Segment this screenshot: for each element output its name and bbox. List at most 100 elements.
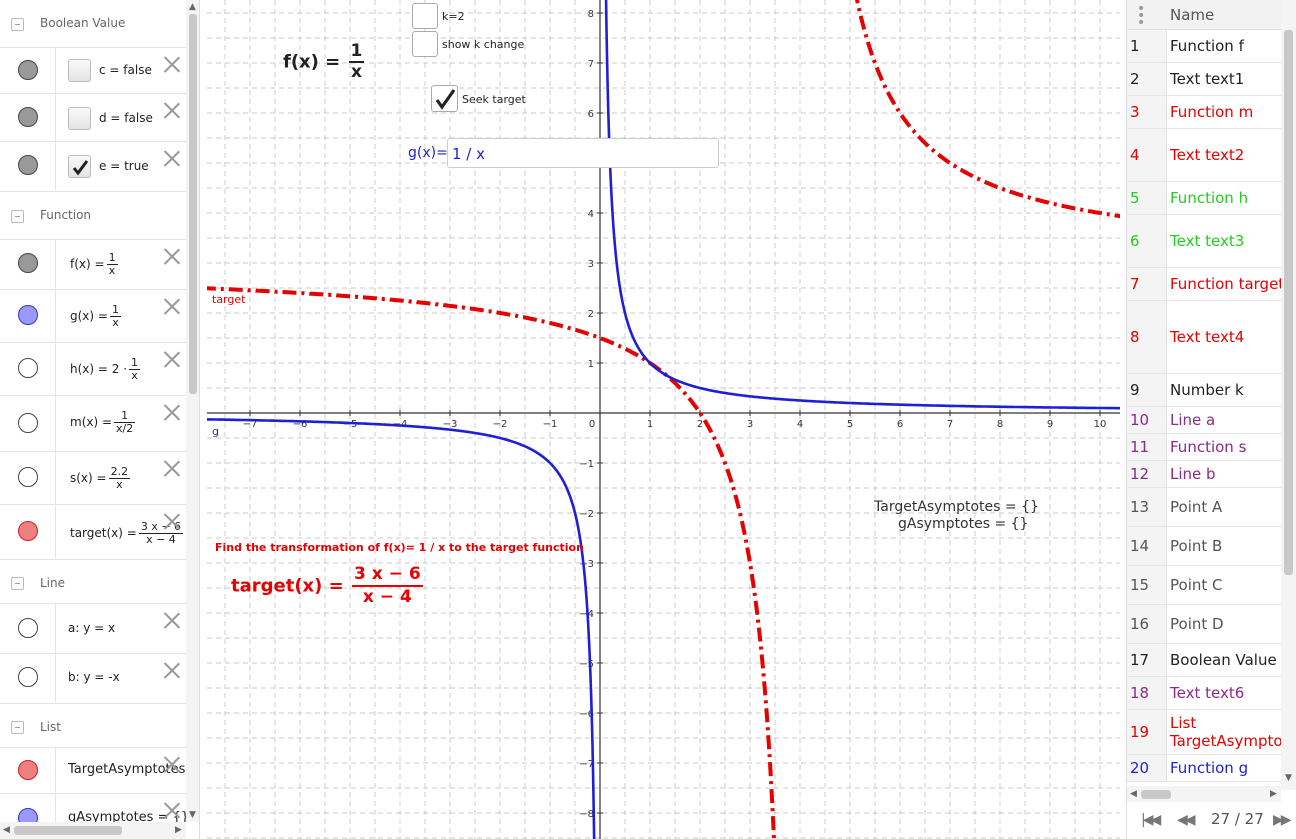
- collapse-icon[interactable]: [11, 721, 24, 734]
- delete-icon[interactable]: [163, 298, 180, 315]
- algebra-item-b[interactable]: b: y = -x: [0, 654, 186, 704]
- group-boolean-value[interactable]: Boolean Value: [0, 0, 186, 48]
- algebra-vertical-scroll-thumb[interactable]: [189, 14, 197, 394]
- visibility-toggle-icon[interactable]: [18, 413, 38, 433]
- algebra-item-d[interactable]: d = false: [0, 94, 186, 142]
- scroll-right-icon[interactable]: ▶: [1270, 789, 1277, 799]
- delete-icon[interactable]: [163, 513, 180, 530]
- protocol-row[interactable]: 14 Point B: [1127, 527, 1281, 566]
- protocol-row[interactable]: 5 Function h: [1127, 182, 1281, 215]
- protocol-row[interactable]: 6 Text text3: [1127, 215, 1281, 268]
- delete-icon[interactable]: [163, 404, 180, 421]
- algebra-item-m[interactable]: m(x) = 1 x/2: [0, 396, 186, 452]
- delete-icon[interactable]: [163, 248, 180, 265]
- scroll-up-icon[interactable]: ▲: [189, 2, 196, 12]
- f-formula-lhs: f(x) =: [283, 51, 341, 73]
- algebra-item-target-asymptotes[interactable]: TargetAsymptotes =: [0, 748, 186, 794]
- delete-icon[interactable]: [163, 150, 180, 167]
- checkbox-show-k-change[interactable]: [412, 31, 438, 57]
- algebra-item-s[interactable]: s(x) = 2.2 x: [0, 452, 186, 505]
- visibility-toggle-icon[interactable]: [18, 155, 38, 175]
- algebra-item-h[interactable]: h(x) = 2 · 1 x: [0, 343, 186, 396]
- next-step-icon[interactable]: ▶▶: [1273, 812, 1291, 828]
- protocol-row[interactable]: 8 Text text4: [1127, 301, 1281, 374]
- scroll-left-icon[interactable]: ◀: [3, 825, 10, 835]
- algebra-item-target[interactable]: target(x) = 3 x − 6x − 4: [0, 505, 186, 560]
- algebra-item-c[interactable]: c = false: [0, 48, 186, 94]
- protocol-row[interactable]: 15 Point C: [1127, 566, 1281, 605]
- scroll-right-icon[interactable]: ▶: [175, 825, 182, 835]
- algebra-item-g[interactable]: g(x) = 1 x: [0, 290, 186, 343]
- checkbox-d[interactable]: [68, 107, 91, 130]
- protocol-row[interactable]: 20 Function g: [1127, 755, 1281, 782]
- delete-icon[interactable]: [163, 102, 180, 119]
- checkbox-c[interactable]: [68, 59, 91, 82]
- protocol-vertical-scroll-thumb[interactable]: [1284, 30, 1293, 575]
- visibility-toggle-icon[interactable]: [18, 107, 38, 127]
- delete-icon[interactable]: [163, 351, 180, 368]
- protocol-row[interactable]: 1 Function f: [1127, 30, 1281, 63]
- graphics-view[interactable]: −7 −6 −5 −4 −3 −2 −1 0 1 2 3 4 5 6 7 8 9 10 8 7 6 4 3 2 1 −1 −2 −3…: [207, 0, 1120, 839]
- protocol-row[interactable]: 3 Function m: [1127, 96, 1281, 129]
- protocol-row[interactable]: 9 Number k: [1127, 374, 1281, 407]
- delete-icon[interactable]: [163, 756, 180, 773]
- first-step-icon[interactable]: |◀◀: [1141, 812, 1161, 828]
- group-function[interactable]: Function: [0, 192, 186, 240]
- target-curve-right-branch[interactable]: [850, 0, 1120, 219]
- protocol-row[interactable]: 10 Line a: [1127, 407, 1281, 434]
- checkbox-seek-target[interactable]: [431, 85, 458, 112]
- group-list[interactable]: List: [0, 704, 186, 748]
- visibility-toggle-icon[interactable]: [18, 618, 38, 638]
- scroll-down-icon[interactable]: ▼: [189, 810, 196, 820]
- delete-icon[interactable]: [163, 662, 180, 679]
- protocol-row[interactable]: 19List TargetAsymptotes: [1127, 710, 1281, 755]
- delete-icon[interactable]: [163, 460, 180, 477]
- collapse-icon[interactable]: [11, 18, 24, 31]
- protocol-horizontal-scroll-thumb[interactable]: [1141, 790, 1171, 799]
- algebra-item-g-asymptotes[interactable]: gAsymptotes = {}: [0, 794, 186, 822]
- collapse-icon[interactable]: [11, 210, 24, 223]
- input-g-field[interactable]: 1 / x: [447, 138, 719, 168]
- protocol-row[interactable]: 7 Function target: [1127, 268, 1281, 301]
- g-curve-right-branch[interactable]: [604, 0, 1120, 410]
- protocol-header: • • • Name: [1127, 0, 1281, 30]
- algebra-item-e[interactable]: e = true: [0, 142, 186, 192]
- algebra-horizontal-scroll-thumb[interactable]: [14, 826, 122, 835]
- visibility-toggle-icon[interactable]: [18, 667, 38, 687]
- visibility-toggle-icon[interactable]: [18, 760, 38, 780]
- previous-step-icon[interactable]: ◀◀: [1177, 812, 1195, 828]
- row-name: Line a: [1170, 411, 1216, 429]
- visibility-toggle-icon[interactable]: [18, 305, 38, 325]
- visibility-toggle-icon[interactable]: [18, 467, 38, 487]
- protocol-row[interactable]: 2 Text text1: [1127, 63, 1281, 96]
- protocol-row[interactable]: 12 Line b: [1127, 461, 1281, 488]
- y-tick-label: 6: [588, 109, 594, 120]
- delete-icon[interactable]: [163, 802, 180, 819]
- protocol-row[interactable]: 16 Point D: [1127, 605, 1281, 644]
- checkbox-k2[interactable]: [412, 3, 438, 29]
- delete-icon[interactable]: [163, 56, 180, 73]
- protocol-row[interactable]: 11 Function s: [1127, 434, 1281, 461]
- collapse-icon[interactable]: [11, 577, 24, 590]
- name-column-header[interactable]: Name: [1170, 6, 1214, 24]
- delete-icon[interactable]: [163, 612, 180, 629]
- protocol-row[interactable]: 17 Boolean Value c: [1127, 644, 1281, 677]
- algebra-item-a[interactable]: a: y = x: [0, 604, 186, 654]
- protocol-row[interactable]: 18 Text text6: [1127, 677, 1281, 710]
- visibility-toggle-icon[interactable]: [18, 521, 38, 541]
- scroll-left-icon[interactable]: ◀: [1130, 789, 1137, 799]
- visibility-toggle-icon[interactable]: [18, 808, 38, 822]
- algebra-item-f[interactable]: f(x) = 1 x: [0, 240, 186, 290]
- column-menu-icon[interactable]: • • •: [1137, 2, 1145, 30]
- checkbox-e[interactable]: [68, 155, 91, 178]
- visibility-toggle-icon[interactable]: [18, 253, 38, 273]
- coordinate-plane[interactable]: −7 −6 −5 −4 −3 −2 −1 0 1 2 3 4 5 6 7 8 9 10 8764321−1−2−3…: [207, 0, 1120, 839]
- protocol-row[interactable]: 13 Point A: [1127, 488, 1281, 527]
- protocol-row[interactable]: 4 Text text2: [1127, 129, 1281, 182]
- row-number: 8: [1127, 301, 1167, 373]
- g-curve-left-branch[interactable]: [207, 418, 596, 839]
- group-line[interactable]: Line: [0, 560, 186, 604]
- scroll-down-icon[interactable]: ▼: [1285, 773, 1292, 783]
- visibility-toggle-icon[interactable]: [18, 358, 38, 378]
- visibility-toggle-icon[interactable]: [18, 60, 38, 80]
